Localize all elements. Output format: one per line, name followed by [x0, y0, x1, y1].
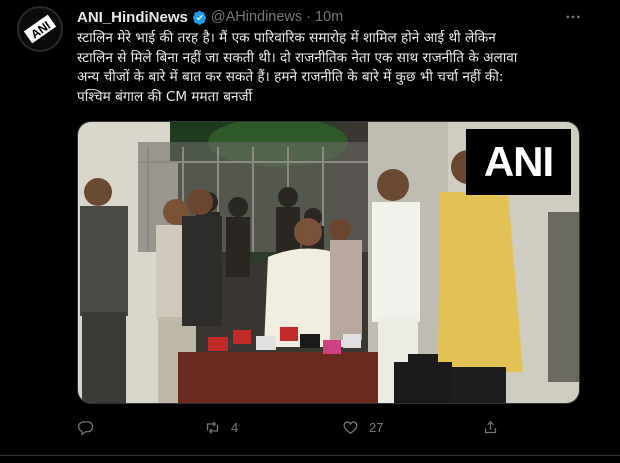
tweet-text-line: स्टालिन से मिले बिना नहीं जा सकती थी। दो… [77, 49, 518, 66]
retweet-icon [206, 420, 219, 434]
share-button[interactable] [482, 416, 509, 438]
retweet-button[interactable]: 4 [204, 416, 238, 438]
tweet-text-line: पश्चिम बंगाल की CM ममता बनर्जी [77, 88, 253, 105]
retweet-count: 4 [231, 419, 239, 435]
display-name[interactable]: ANI_HindiNews [77, 9, 188, 26]
like-button[interactable]: 27 [342, 416, 383, 438]
ani-watermark: ANI [466, 129, 571, 195]
divider [0, 455, 620, 456]
tweet[interactable]: ANI ANI_HindiNews @AHindinews · 10m स्टा… [0, 0, 620, 463]
timestamp[interactable]: 10m [315, 9, 343, 25]
reply-button[interactable] [77, 416, 104, 438]
tweet-text-line: स्टालिन मेरे भाई की तरह है। मैं एक पारिव… [77, 30, 496, 46]
tweet-media-image[interactable]: ANI [77, 121, 580, 404]
more-options-button[interactable] [562, 6, 584, 28]
handle[interactable]: @AHindinews [211, 9, 302, 25]
tweet-text-line: अन्य चीजों के बारे में बात कर सकते हैं। … [77, 69, 504, 85]
verified-badge-icon [192, 10, 206, 25]
tweet-actions: 4 27 [77, 416, 557, 438]
more-horizontal-icon [566, 15, 580, 19]
like-count: 27 [369, 419, 384, 435]
separator-dot: · [306, 9, 311, 25]
tweet-text: स्टालिन मेरे भाई की तरह है। मैं एक पारिव… [77, 29, 577, 107]
share-icon [484, 420, 497, 433]
ani-logo-icon: ANI [19, 8, 61, 50]
heart-icon [343, 420, 358, 434]
avatar[interactable]: ANI [17, 6, 63, 52]
tweet-header: ANI_HindiNews @AHindinews · 10m [77, 7, 343, 27]
reply-icon [78, 420, 94, 435]
